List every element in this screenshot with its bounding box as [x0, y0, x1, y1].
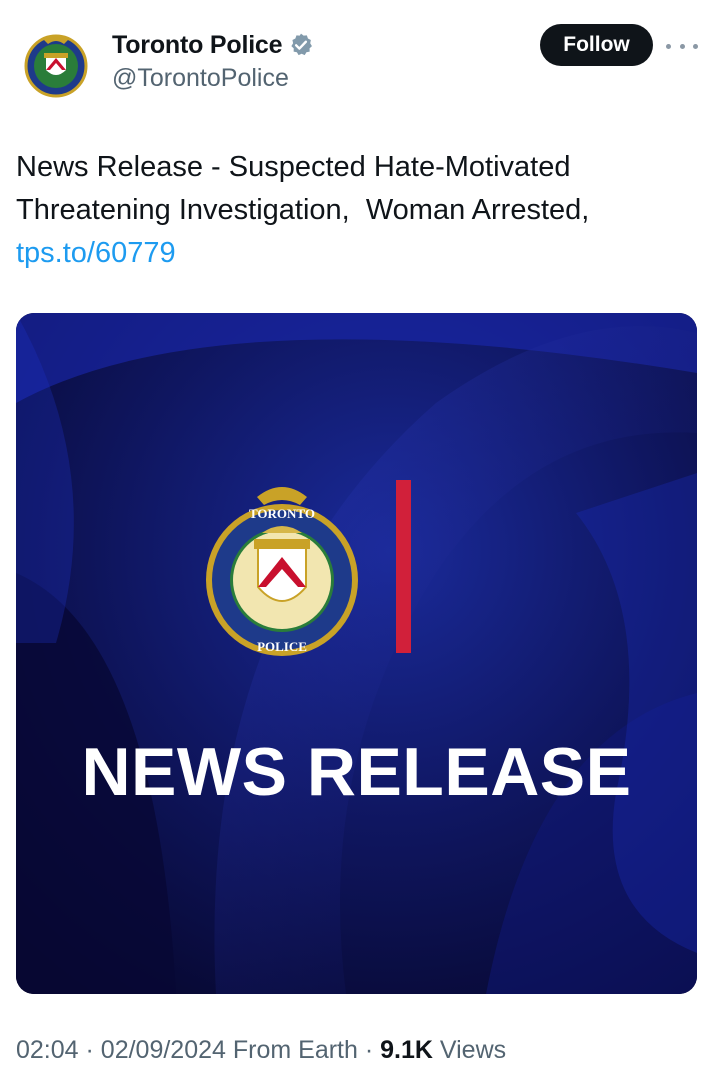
author-handle[interactable]: @TorontoPolice: [112, 64, 314, 93]
police-badge-icon: TORONTO POLICE: [202, 475, 362, 665]
display-name[interactable]: Toronto Police: [112, 31, 283, 60]
more-horizontal-icon[interactable]: [666, 36, 698, 56]
views-count: 9.1K: [380, 1036, 433, 1064]
badge-bottom-text: POLICE: [257, 639, 307, 654]
separator: ·: [85, 1036, 94, 1064]
separator: ·: [364, 1036, 374, 1064]
tweet-time[interactable]: 02:04: [16, 1036, 79, 1064]
tweet-link[interactable]: tps.to/60779: [16, 237, 176, 269]
tweet-body: News Release - Suspected Hate-Motivated …: [16, 151, 590, 226]
display-name-row: Toronto Police: [112, 28, 314, 62]
tweet-media-image[interactable]: TORONTO POLICE NEWS RELEASE: [16, 313, 697, 994]
media-title: NEWS RELEASE: [81, 734, 632, 810]
author-names: Toronto Police @TorontoPolice: [112, 28, 314, 93]
verified-badge-icon: [288, 32, 314, 58]
avatar[interactable]: [18, 26, 94, 102]
tweet-date[interactable]: 02/09/2024: [101, 1036, 226, 1064]
toronto-police-crest-icon: [19, 27, 93, 101]
tweet-header: Toronto Police @TorontoPolice Follow: [0, 0, 713, 120]
views-label: Views: [439, 1036, 507, 1064]
follow-button[interactable]: Follow: [540, 24, 653, 66]
accent-bar: [396, 480, 411, 653]
tweet-text: News Release - Suspected Hate-Motivated …: [16, 146, 696, 275]
tweet-metadata: 02:04 · 02/09/2024 From Earth · 9.1K Vie…: [16, 1036, 506, 1065]
badge-top-text: TORONTO: [249, 506, 315, 521]
tweet-source: From Earth: [232, 1036, 358, 1064]
